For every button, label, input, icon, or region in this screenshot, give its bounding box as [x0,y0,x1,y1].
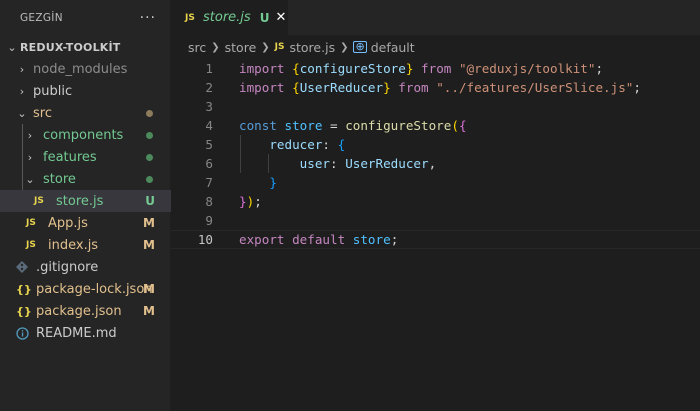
tree-item-label: store [43,171,76,187]
tree-item-package-json[interactable]: {} package.json M [0,300,171,322]
line-number: 6 [205,156,213,171]
js-file-icon: JS [34,196,44,206]
chevron-right-icon: ❯ [211,41,220,53]
line-number: 3 [205,99,213,114]
code-line: 9 [171,211,700,230]
breadcrumb-file[interactable]: store.js [290,40,336,55]
line-number: 10 [197,232,213,247]
tab-store-js[interactable]: JS store.js U ✕ [171,0,288,35]
line-number: 2 [205,80,213,95]
code-line: 1 import {configureStore} from "@reduxjs… [171,59,700,78]
json-file-icon: {} [16,282,32,296]
chevron-right-icon: › [27,128,33,142]
tree-item-label: .gitignore [36,259,99,275]
line-number: 5 [205,137,213,152]
tree-item-app-js[interactable]: JS App.js M [0,212,171,234]
chevron-right-icon: ❯ [340,41,349,53]
tree-item-store-js[interactable]: JS store.js U [0,190,171,212]
tree-item-label: package-lock.json [36,281,153,297]
code-text: import {configureStore} from "@reduxjs/t… [239,61,604,76]
code-line: 8 }); [171,192,700,211]
tree-item-public[interactable]: › public [0,80,171,102]
tree-item-label: node_modules [33,61,128,77]
tree-item-label: index.js [48,237,99,253]
modified-badge: M [143,304,155,318]
code-text: reducer: { [269,137,346,152]
code-text: export default store; [239,232,399,247]
chevron-right-icon: › [27,150,33,164]
code-line: 4 const store = configureStore({ [171,116,700,135]
explorer-root-folder[interactable]: ⌄ REDUX-TOOLKİT [0,36,171,58]
explorer-header: GEZGİN ··· [0,0,170,36]
line-number: 4 [205,118,213,133]
breadcrumb: src ❯ store ❯ JS store.js ❯ ⊕ default [188,37,415,57]
tab-status-badge: U [259,10,270,25]
chevron-right-icon: › [19,84,25,98]
code-text: }); [239,194,262,209]
untracked-dot-icon [146,175,153,183]
tab-label: store.js [203,10,251,25]
git-file-icon [16,261,36,273]
js-file-icon: JS [26,240,36,250]
js-file-icon: JS [26,218,36,228]
tree-item-label: public [33,83,73,99]
info-file-icon [16,326,36,340]
tree-item-src[interactable]: ⌄ src [0,102,171,124]
close-icon[interactable]: ✕ [275,10,286,25]
symbol-icon: ⊕ [353,40,367,53]
untracked-badge: U [145,194,155,208]
line-number: 7 [205,175,213,190]
code-line: 6 user: UserReducer, [171,154,700,173]
code-text: import {UserReducer} from "../features/U… [239,80,641,95]
code-text: const store = configureStore({ [239,118,467,133]
tree-item-gitignore[interactable]: .gitignore [0,256,171,278]
modified-badge: M [143,216,155,230]
code-text: } [269,175,277,190]
code-text: user: UserReducer, [299,156,437,171]
tree-item-label: App.js [48,215,88,231]
untracked-dot-icon [146,153,153,161]
js-file-icon: JS [185,12,195,23]
modified-badge: M [143,282,155,296]
tree-item-features[interactable]: › features [0,146,171,168]
tree-item-label: README.md [36,325,117,341]
untracked-dot-icon [146,131,153,139]
breadcrumb-store[interactable]: store [225,40,257,55]
tree-item-label: src [33,105,52,121]
explorer-sidebar: GEZGİN ··· ⌄ REDUX-TOOLKİT › node_module… [0,0,171,411]
editor-tab-bar: JS store.js U ✕ [171,0,700,35]
chevron-down-icon: ⌄ [17,106,27,120]
tree-item-label: package.json [36,303,122,319]
more-actions-icon[interactable]: ··· [140,10,156,26]
code-line-current: 10 export default store; [171,230,700,249]
tree-item-node-modules[interactable]: › node_modules [0,58,171,80]
breadcrumb-src[interactable]: src [188,40,206,55]
chevron-down-icon: ⌄ [25,172,35,186]
code-line: 3 [171,97,700,116]
code-line: 2 import {UserReducer} from "../features… [171,78,700,97]
tree-item-store[interactable]: ⌄ store [0,168,171,190]
tree-item-label: components [43,127,124,143]
tree-item-label: features [43,149,97,165]
line-number: 9 [205,213,213,228]
json-file-icon: {} [16,304,32,318]
tree-item-components[interactable]: › components [0,124,171,146]
code-line: 5 reducer: { [171,135,700,154]
modified-badge: M [143,238,155,252]
chevron-right-icon: › [19,62,25,76]
tree-item-index-js[interactable]: JS index.js M [0,234,171,256]
js-file-icon: JS [274,42,285,52]
code-line: 7 } [171,173,700,192]
breadcrumb-symbol[interactable]: default [371,40,415,55]
chevron-down-icon: ⌄ [7,40,17,54]
modified-dot-icon [146,109,153,117]
chevron-right-icon: ❯ [261,41,270,53]
root-folder-label: REDUX-TOOLKİT [20,40,121,54]
tree-item-label: store.js [56,193,104,209]
explorer-title: GEZGİN [20,12,63,24]
line-number: 1 [205,61,213,76]
tree-item-readme-md[interactable]: README.md [0,322,171,344]
tree-item-package-lock-json[interactable]: {} package-lock.json M [0,278,171,300]
line-number: 8 [205,194,213,209]
